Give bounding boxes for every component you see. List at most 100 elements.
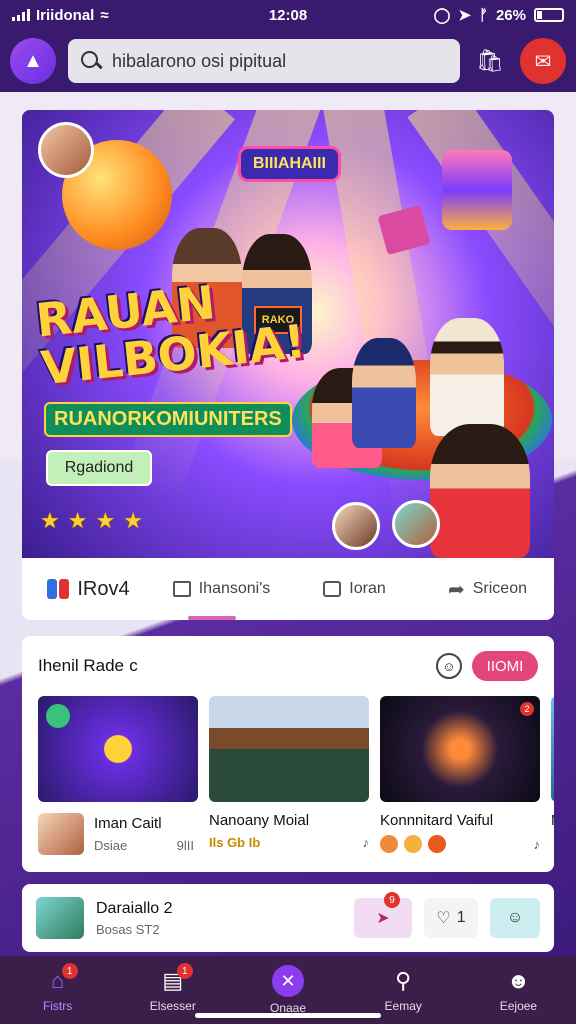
search-input[interactable]: [112, 50, 448, 72]
emoji-icon[interactable]: ☺: [436, 653, 462, 679]
surprised-emoji-icon: [404, 835, 422, 853]
video-title: Konnnitard Vaiful: [380, 812, 494, 829]
star-icon: ★: [67, 508, 88, 533]
list-item[interactable]: Daraiallo 2 Bosas ST2 ➤ 9 ♡ 1 ☺: [22, 884, 554, 952]
star-icon: ★: [95, 508, 116, 533]
carrier-name: Iriidonal: [36, 6, 95, 24]
person-figure: [430, 424, 530, 558]
profile-button[interactable]: ☺: [490, 898, 540, 938]
battery-icon: [534, 8, 564, 22]
angry-emoji-icon: [380, 835, 398, 853]
hero-banner[interactable]: BIIIAHAIII RAKO RAUAN VILBOKIA! RUANORKO…: [22, 110, 554, 558]
video-card[interactable]: Nanoany Moial Ils Gb Ib ♪: [209, 696, 369, 856]
list-subtitle: Bosas ST2: [96, 921, 160, 937]
person-figure: [430, 318, 504, 436]
location-icon: ➤: [458, 7, 471, 24]
bluetooth-icon: ᚠ: [478, 6, 488, 24]
gift-box-decoration: [442, 150, 512, 230]
home-indicator: [195, 1013, 381, 1018]
viewer-avatar[interactable]: [392, 500, 440, 548]
nav-profile[interactable]: ☻ Eejoee: [461, 967, 576, 1013]
video-title: M: [551, 812, 554, 829]
video-thumbnail: 2: [380, 696, 540, 802]
alarm-icon: ◯: [433, 7, 451, 24]
like-count: 1: [456, 909, 466, 926]
notification-badge: 1: [176, 963, 193, 979]
arrow-up-icon: ➤: [376, 910, 390, 927]
tab-chat[interactable]: Ioran: [288, 558, 421, 620]
status-time: 12:08: [268, 6, 308, 24]
search-icon: ⚲: [395, 968, 412, 993]
nav-home[interactable]: ⌂ 1 Fistrs: [0, 963, 115, 1013]
nav-list[interactable]: ▤ 1 Elsesser: [115, 963, 230, 1013]
tab-active-indicator: [188, 616, 236, 620]
trending-section: Ihenil Rade c ☺ IIOMI Iman Caitl Dsiae 9…: [22, 636, 554, 872]
user-icon: ☺: [506, 909, 524, 926]
music-icon[interactable]: ♪: [534, 837, 541, 852]
battery-percent: 26%: [495, 6, 526, 24]
music-icon[interactable]: ♪: [363, 835, 370, 850]
notification-badge: 1: [61, 963, 78, 979]
video-thumbnail: [551, 696, 554, 802]
creator-avatar[interactable]: [38, 122, 94, 178]
video-title: Nanoany Moial: [209, 812, 310, 829]
square-icon: [172, 581, 191, 597]
nav-label: Eejoee: [499, 999, 538, 1013]
search-bar[interactable]: [68, 39, 460, 83]
create-icon: ✕: [272, 965, 304, 997]
list-thumbnail: [36, 897, 84, 939]
rating-stars: ★ ★ ★ ★: [40, 508, 143, 534]
notification-badge: 2: [520, 702, 534, 716]
notification-button[interactable]: ✉: [520, 38, 566, 84]
star-icon: ★: [123, 508, 143, 533]
hero-badge: BIIIAHAIII: [238, 146, 341, 182]
chat-icon: [323, 581, 342, 597]
video-meta: 9lII: [176, 838, 194, 853]
wifi-icon: ≈: [100, 6, 109, 24]
person-figure: [352, 338, 416, 448]
nav-label: Elsesser: [149, 999, 196, 1013]
content-tabs: IRov4 Ihansoni's Ioran ➦ Sriceon: [22, 558, 554, 620]
tab-label: Sriceon: [472, 580, 527, 597]
viewer-avatar[interactable]: [332, 502, 380, 550]
nav-create[interactable]: ✕ Onaae: [230, 965, 345, 1015]
nav-search[interactable]: ⚲ Eemay: [346, 967, 461, 1013]
nav-label: Fistrs: [42, 999, 73, 1013]
follow-button[interactable]: IIOMI: [472, 651, 538, 681]
tab-label: IRov4: [77, 577, 130, 600]
heart-icon: ♡: [436, 910, 451, 927]
tab-share[interactable]: ➦ Sriceon: [421, 558, 554, 620]
video-card[interactable]: Iman Caitl Dsiae 9lII: [38, 696, 198, 856]
list-title: Daraiallo 2: [96, 899, 173, 917]
tab-live[interactable]: IRov4: [22, 558, 155, 620]
status-bar: Iriidonal ≈ 12:08 ◯ ➤ ᚠ 26%: [0, 0, 576, 30]
like-button[interactable]: ♡ 1: [424, 898, 478, 938]
creator-thumbnail: [38, 813, 84, 855]
hero-cta-button[interactable]: Rgadiond: [46, 450, 152, 486]
signal-icon: [12, 9, 30, 21]
video-title: Iman Caitl: [94, 815, 162, 832]
video-thumbnail: [209, 696, 369, 802]
tab-label: Ihansoni's: [198, 580, 271, 597]
notification-badge: 9: [384, 892, 400, 908]
share-icon: ➦: [447, 578, 465, 601]
fire-emoji-icon: [428, 835, 446, 853]
live-icon: [47, 579, 70, 599]
star-icon: ★: [40, 508, 60, 533]
video-meta: Dsiae: [94, 838, 128, 853]
nav-label: Eemay: [384, 999, 422, 1013]
app-header: ▲ 🛍 ✉: [0, 30, 576, 92]
hero-subtitle: RUANORKOMIUNITERS: [46, 404, 290, 435]
reaction-emojis: Ils Gb Ib: [209, 835, 261, 850]
video-card[interactable]: 2 Konnnitard Vaiful ♪: [380, 696, 540, 856]
video-card[interactable]: M: [551, 696, 554, 856]
boost-button[interactable]: ➤ 9: [354, 892, 412, 938]
video-thumbnail: [38, 696, 198, 802]
profile-icon: ☻: [506, 968, 530, 993]
search-icon: [80, 50, 102, 72]
section-title: Ihenil Rade c: [38, 656, 138, 675]
app-logo-icon[interactable]: ▲: [10, 38, 56, 84]
tab-sessions[interactable]: Ihansoni's: [155, 558, 288, 620]
tab-label: Ioran: [349, 580, 386, 597]
shopping-bag-icon[interactable]: 🛍: [472, 43, 508, 79]
